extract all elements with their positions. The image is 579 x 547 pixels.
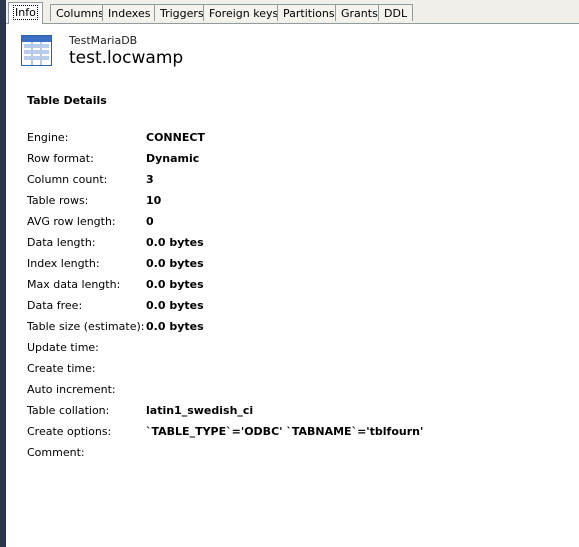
detail-row-data-length: Data length: 0.0 bytes (27, 233, 567, 254)
tab-columns[interactable]: Columns (50, 4, 110, 21)
tab-info[interactable]: Info (8, 2, 43, 24)
detail-value: 0.0 bytes (146, 236, 204, 249)
tab-indexes[interactable]: Indexes (102, 4, 157, 21)
detail-row-update-time: Update time: (27, 338, 567, 359)
detail-value: latin1_swedish_ci (146, 404, 254, 417)
detail-value: Dynamic (146, 152, 200, 165)
tab-grants-label: Grants (341, 7, 378, 20)
detail-label: Table collation: (27, 404, 110, 417)
tab-info-label: Info (13, 5, 38, 20)
tab-indexes-label: Indexes (108, 7, 151, 20)
detail-label: Data length: (27, 236, 96, 249)
detail-label: Engine: (27, 131, 69, 144)
tab-columns-label: Columns (56, 7, 104, 20)
detail-row-create-options: Create options: `TABLE_TYPE`='ODBC' `TAB… (27, 422, 567, 443)
detail-row-table-size: Table size (estimate): 0.0 bytes (27, 317, 567, 338)
detail-row-engine: Engine: CONNECT (27, 128, 567, 149)
detail-value: 0.0 bytes (146, 257, 204, 270)
detail-label: Create options: (27, 425, 112, 438)
detail-value: 0 (146, 215, 154, 228)
detail-label: Table rows: (27, 194, 89, 207)
detail-label: Data free: (27, 299, 83, 312)
tab-foreign-keys[interactable]: Foreign keys (203, 4, 285, 21)
tab-ddl-label: DDL (384, 7, 408, 20)
detail-row-index-length: Index length: 0.0 bytes (27, 254, 567, 275)
tab-triggers-label: Triggers (160, 7, 204, 20)
tab-grants[interactable]: Grants (335, 4, 384, 21)
detail-row-max-data-length: Max data length: 0.0 bytes (27, 275, 567, 296)
tab-partitions[interactable]: Partitions (277, 4, 341, 21)
detail-row-avg-row-length: AVG row length: 0 (27, 212, 567, 233)
tab-foreign-keys-label: Foreign keys (209, 7, 279, 20)
detail-row-auto-increment: Auto increment: (27, 380, 567, 401)
detail-label: Index length: (27, 257, 100, 270)
table-icon (21, 35, 52, 66)
detail-row-comment: Comment: (27, 443, 567, 464)
tab-ddl[interactable]: DDL (378, 4, 414, 21)
schema-name: TestMariaDB (69, 34, 138, 47)
tab-triggers[interactable]: Triggers (154, 4, 210, 21)
detail-value: CONNECT (146, 131, 205, 144)
detail-row-data-free: Data free: 0.0 bytes (27, 296, 567, 317)
detail-label: Max data length: (27, 278, 121, 291)
detail-row-row-format: Row format: Dynamic (27, 149, 567, 170)
detail-label: Column count: (27, 173, 108, 186)
detail-row-column-count: Column count: 3 (27, 170, 567, 191)
tab-partitions-label: Partitions (283, 7, 335, 20)
detail-label: Comment: (27, 446, 85, 459)
detail-label: Update time: (27, 341, 99, 354)
detail-row-table-collation: Table collation: latin1_swedish_ci (27, 401, 567, 422)
detail-value: 0.0 bytes (146, 299, 204, 312)
detail-label: Create time: (27, 362, 96, 375)
detail-label: Row format: (27, 152, 94, 165)
detail-value: 0.0 bytes (146, 320, 204, 333)
table-details-list: Engine: CONNECT Row format: Dynamic Colu… (27, 128, 567, 464)
table-info-panel: Info Columns Indexes Triggers Foreign ke… (6, 0, 579, 547)
detail-row-create-time: Create time: (27, 359, 567, 380)
detail-row-table-rows: Table rows: 10 (27, 191, 567, 212)
detail-label: Auto increment: (27, 383, 116, 396)
detail-value: 10 (146, 194, 162, 207)
table-name: test.locwamp (69, 48, 184, 68)
detail-label: Table size (estimate): (27, 320, 145, 333)
detail-label: AVG row length: (27, 215, 116, 228)
detail-value: `TABLE_TYPE`='ODBC' `TABNAME`='tblfourn' (146, 425, 424, 438)
tab-strip: Info Columns Indexes Triggers Foreign ke… (6, 0, 579, 24)
detail-value: 0.0 bytes (146, 278, 204, 291)
detail-value: 3 (146, 173, 154, 186)
section-title: Table Details (27, 94, 107, 107)
